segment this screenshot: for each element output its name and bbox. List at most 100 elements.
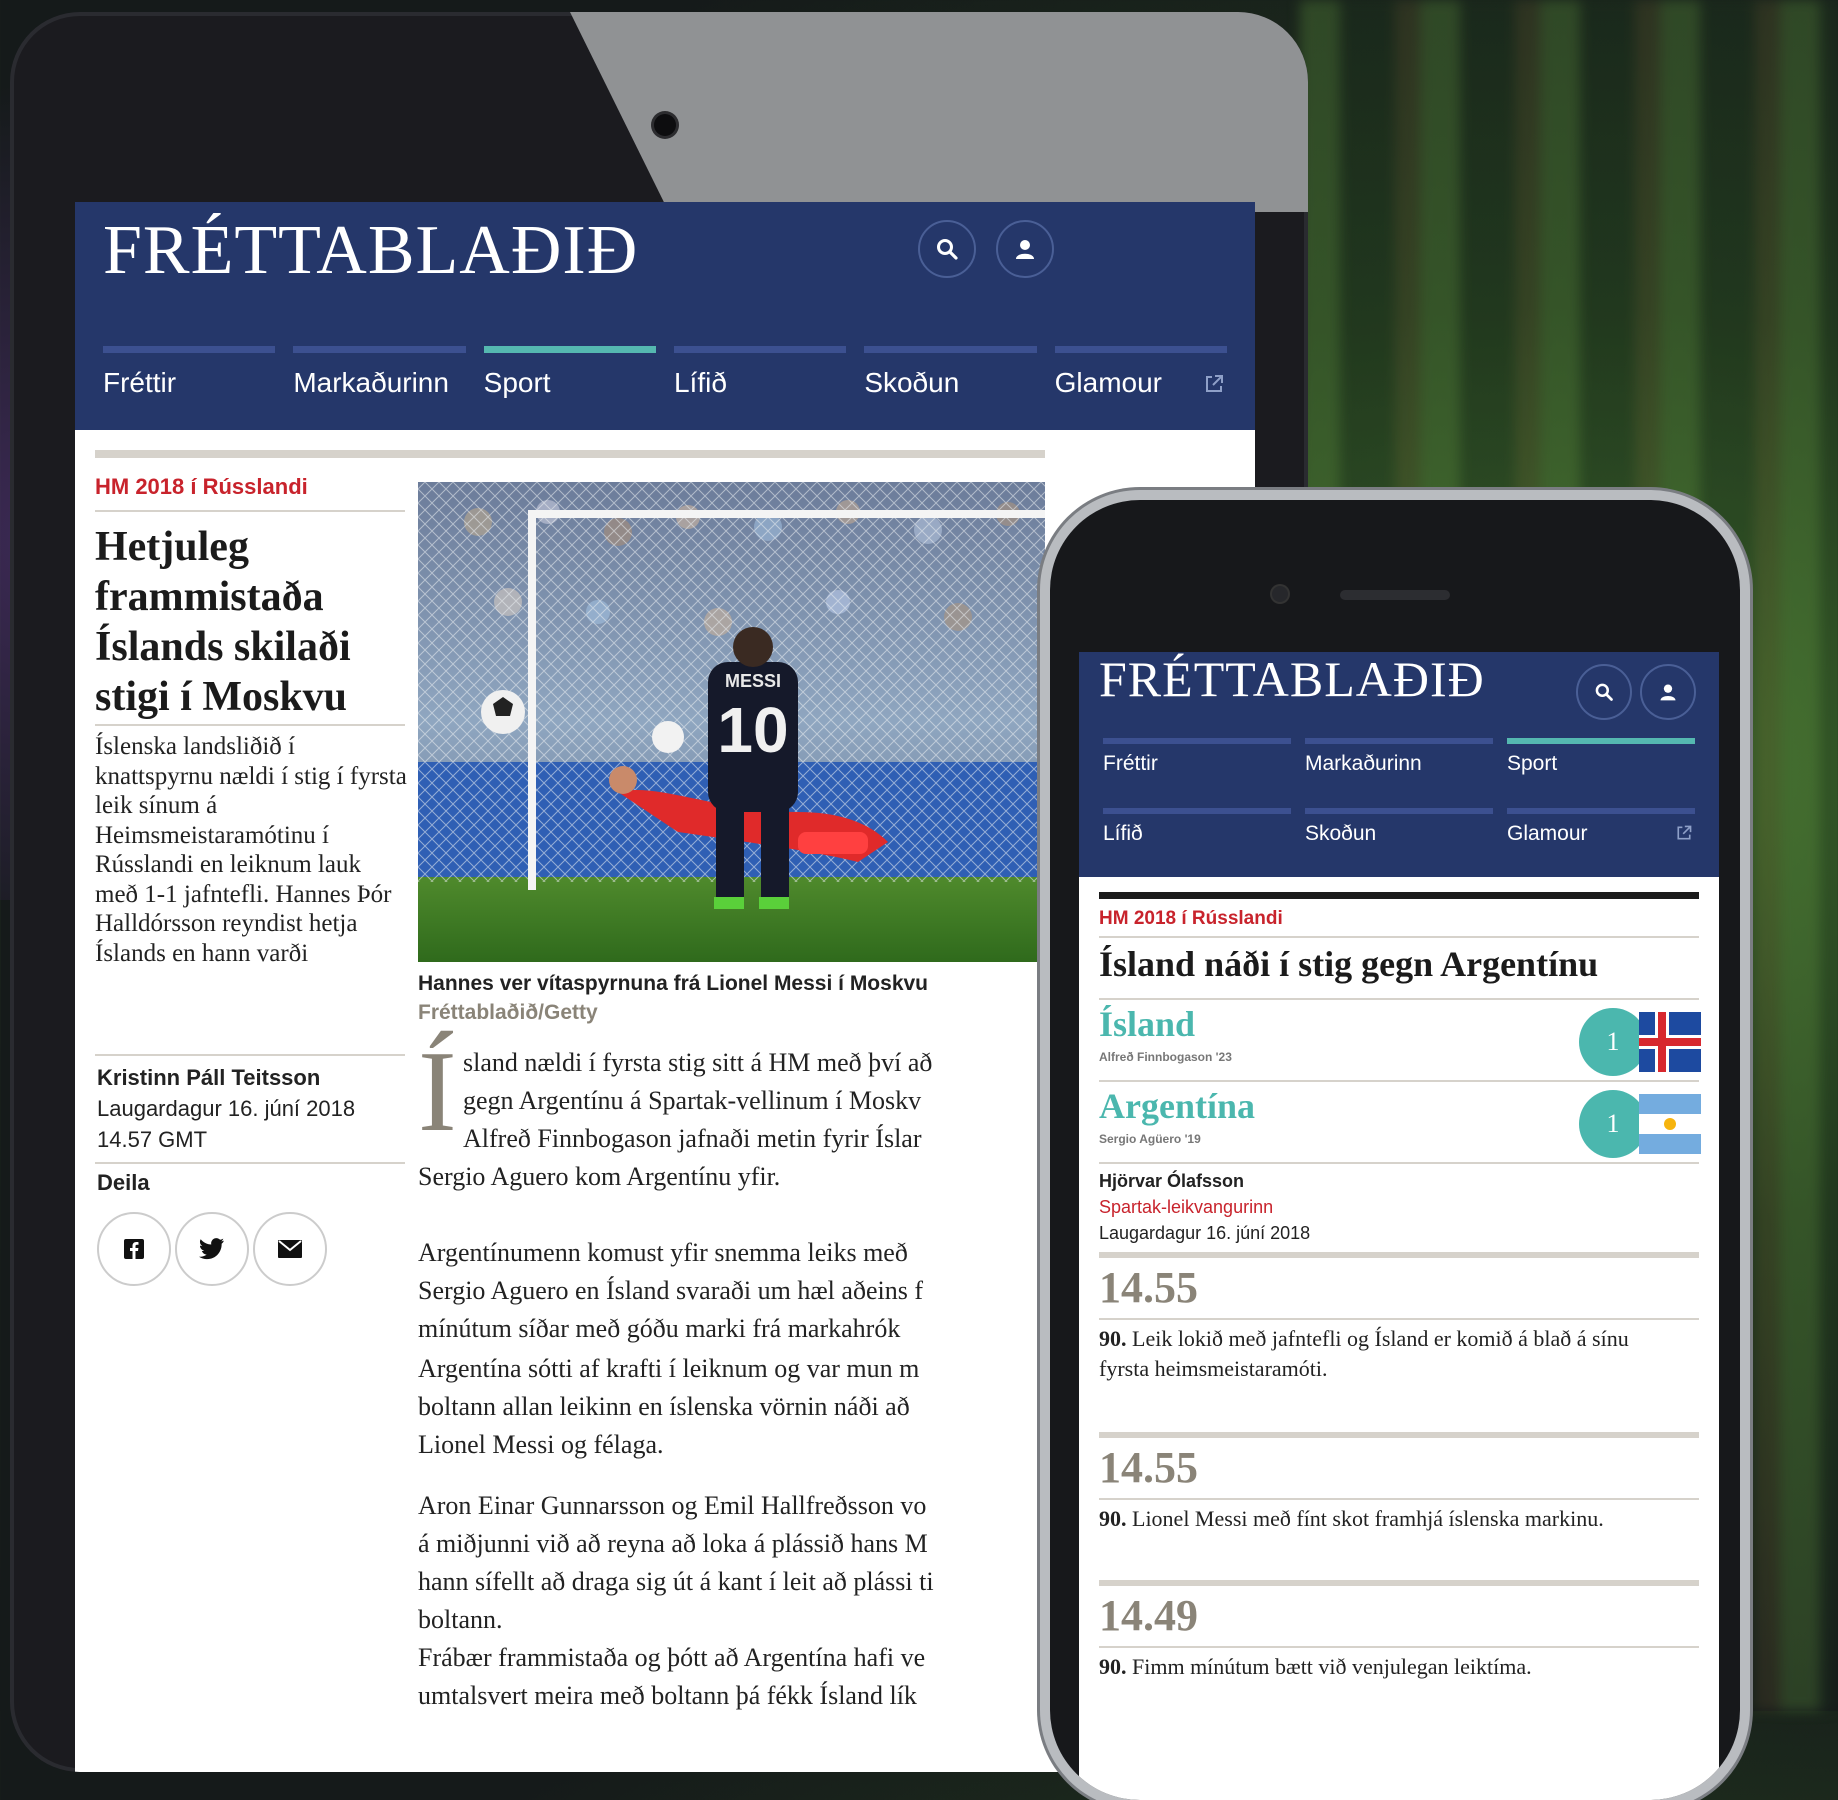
phone-user-button[interactable] bbox=[1640, 664, 1696, 720]
photo-messi-penalty: MESSI 10 bbox=[418, 482, 1045, 962]
nav-item-sport[interactable]: Sport bbox=[483, 346, 656, 399]
share-label: Deila bbox=[97, 1170, 150, 1195]
search-icon bbox=[1595, 683, 1613, 701]
phone-site-logo[interactable]: FRÉTTABLAÐIÐ bbox=[1099, 654, 1485, 704]
twitter-icon bbox=[199, 1238, 224, 1260]
email-icon bbox=[278, 1240, 302, 1258]
article-headline: Hetjuleg frammistaða Íslands skilaði sti… bbox=[95, 524, 351, 720]
phone-speaker bbox=[1340, 590, 1450, 600]
jersey-name: MESSI bbox=[725, 671, 781, 691]
nav-item-markadurinn[interactable]: Markaðurinn bbox=[293, 346, 466, 399]
facebook-icon bbox=[124, 1239, 144, 1259]
live-entry-2-divider bbox=[1099, 1498, 1699, 1500]
site-logo[interactable]: FRÉTTABLAÐIÐ bbox=[103, 216, 638, 286]
article-paragraph-1: sland nældi í fyrsta stig sitt á HM með … bbox=[463, 1048, 933, 1153]
photo-caption: Hannes ver vítaspyrnuna frá Lionel Messi… bbox=[418, 972, 928, 995]
phone-nav-item-markadurinn[interactable]: Markaðurinn bbox=[1305, 738, 1493, 776]
phone-nav-row-1: Fréttir Markaðurinn Sport bbox=[1103, 738, 1695, 776]
kicker-divider bbox=[95, 510, 405, 512]
photo-credit: Fréttablaðið/Getty bbox=[418, 1001, 598, 1024]
article-paragraph-4: Aron Einar Gunnarsson og Emil Hallfreðss… bbox=[418, 1491, 934, 1634]
article-kicker[interactable]: HM 2018 í Rússlandi bbox=[95, 474, 308, 500]
home-team-score: 1 bbox=[1579, 1008, 1647, 1076]
live-entry-1-divider bbox=[1099, 1318, 1699, 1320]
phone-date: Laugardagur 16. júní 2018 bbox=[1099, 1223, 1311, 1243]
away-team-scorer: Sergio Agüero '19 bbox=[1099, 1132, 1201, 1146]
share-email-button[interactable] bbox=[253, 1212, 327, 1286]
phone-device: FRÉTTABLAÐIÐ Fréttir Markaðurinn Sport L… bbox=[1050, 500, 1740, 1800]
phone-kicker-divider bbox=[1099, 936, 1699, 938]
match-bottom-divider bbox=[1099, 1162, 1699, 1164]
live-entry-1-text: 90. Leik lokið með jafntefli og Ísland e… bbox=[1099, 1326, 1629, 1381]
phone-nav-item-skodun[interactable]: Skoðun bbox=[1305, 808, 1493, 846]
publish-time: 14.57 GMT bbox=[97, 1127, 208, 1152]
external-link-icon bbox=[1677, 825, 1692, 840]
live-entry-3-time: 14.49 bbox=[1099, 1591, 1198, 1640]
away-team-score: 1 bbox=[1579, 1090, 1647, 1158]
live-entry-1-time: 14.55 bbox=[1099, 1263, 1198, 1312]
byline: Kristinn Páll Teitsson Laugardagur 16. j… bbox=[97, 1062, 355, 1155]
share-twitter-button[interactable] bbox=[175, 1212, 249, 1286]
live-rule-1 bbox=[1099, 1252, 1699, 1258]
phone-nav-item-glamour[interactable]: Glamour bbox=[1507, 808, 1695, 846]
search-icon bbox=[937, 239, 958, 260]
jersey-number: 10 bbox=[717, 694, 788, 766]
article-photo[interactable]: MESSI 10 bbox=[418, 482, 1045, 962]
nav-item-lifid[interactable]: Lífið bbox=[673, 346, 847, 399]
phone-article-headline: Ísland náði í stig gegn Argentínu bbox=[1099, 944, 1599, 984]
article-lead: Íslenska landsliðið í knattspyrnu nældi … bbox=[95, 733, 407, 967]
share-divider bbox=[95, 1162, 405, 1164]
user-icon bbox=[1016, 240, 1034, 259]
phone-article-kicker[interactable]: HM 2018 í Rússlandi bbox=[1099, 908, 1283, 930]
phone-venue[interactable]: Spartak-leikvangurinn bbox=[1099, 1194, 1310, 1220]
live-entry-1-minute: 90. bbox=[1099, 1326, 1127, 1351]
user-button[interactable] bbox=[996, 220, 1054, 278]
phone-camera bbox=[1272, 586, 1288, 602]
live-entry-2-text: 90. Lionel Messi með fínt skot framhjá í… bbox=[1099, 1506, 1604, 1531]
phone-section-rule bbox=[1099, 892, 1699, 899]
iceland-flag-icon bbox=[1639, 1012, 1701, 1072]
tablet-glare bbox=[570, 12, 1308, 212]
nav-item-glamour[interactable]: Glamour bbox=[1054, 346, 1227, 399]
live-entry-3-divider bbox=[1099, 1646, 1699, 1648]
home-team-scorer: Alfreð Finnbogason '23 bbox=[1099, 1050, 1232, 1064]
live-entry-3-minute: 90. bbox=[1099, 1654, 1127, 1679]
author-name[interactable]: Kristinn Páll Teitsson bbox=[97, 1062, 355, 1093]
drop-cap: Í bbox=[418, 1028, 457, 1156]
section-rule bbox=[95, 450, 1045, 458]
search-button[interactable] bbox=[918, 220, 976, 278]
article-paragraph-5: Frábær frammistaða og þótt að Argentína … bbox=[418, 1643, 926, 1710]
phone-search-button[interactable] bbox=[1576, 664, 1632, 720]
phone-nav-item-frettir[interactable]: Fréttir bbox=[1103, 738, 1291, 776]
live-rule-3 bbox=[1099, 1580, 1699, 1586]
phone-byline: Hjörvar Ólafsson Spartak-leikvangurinn L… bbox=[1099, 1168, 1310, 1246]
match-divider bbox=[1099, 1080, 1699, 1082]
share-facebook-button[interactable] bbox=[97, 1212, 171, 1286]
home-team-name[interactable]: Ísland bbox=[1099, 1006, 1195, 1042]
publish-date: Laugardagur 16. júní 2018 bbox=[97, 1096, 356, 1121]
article-paragraph-2: Argentínumenn komust yfir snemma leiks m… bbox=[418, 1238, 923, 1343]
headline-divider bbox=[95, 724, 405, 726]
user-icon bbox=[1660, 684, 1676, 701]
nav-item-frettir[interactable]: Fréttir bbox=[103, 346, 276, 399]
main-nav: Fréttir Markaðurinn Sport Lífið Skoðun G… bbox=[103, 346, 1227, 399]
phone-screen: FRÉTTABLAÐIÐ Fréttir Markaðurinn Sport L… bbox=[1079, 652, 1719, 1800]
masthead: FRÉTTABLAÐIÐ Fréttir Markaðurinn Sport L… bbox=[75, 202, 1255, 430]
external-link-icon bbox=[1205, 375, 1223, 392]
live-rule-2 bbox=[1099, 1432, 1699, 1438]
live-entry-2-time: 14.55 bbox=[1099, 1443, 1198, 1492]
phone-nav-item-sport[interactable]: Sport bbox=[1507, 738, 1695, 776]
live-entry-2-minute: 90. bbox=[1099, 1506, 1127, 1531]
byline-divider bbox=[95, 1054, 405, 1056]
article-paragraph-3: Argentína sótti af krafti í leiknum og v… bbox=[418, 1354, 920, 1459]
phone-nav-row-2: Lífið Skoðun Glamour bbox=[1103, 808, 1695, 846]
phone-author-name[interactable]: Hjörvar Ólafsson bbox=[1099, 1168, 1310, 1194]
live-entry-3-text: 90. Fimm mínútum bætt við venjulegan lei… bbox=[1099, 1654, 1532, 1679]
phone-masthead: FRÉTTABLAÐIÐ Fréttir Markaðurinn Sport L… bbox=[1079, 652, 1719, 877]
nav-item-skodun[interactable]: Skoðun bbox=[864, 346, 1037, 399]
away-team-name[interactable]: Argentína bbox=[1099, 1088, 1255, 1124]
phone-headline-divider bbox=[1099, 998, 1699, 1000]
tablet-camera bbox=[654, 114, 676, 136]
article-paragraph-1-end: Sergio Aguero kom Argentínu yfir. bbox=[418, 1162, 781, 1191]
phone-nav-item-lifid[interactable]: Lífið bbox=[1103, 808, 1291, 846]
